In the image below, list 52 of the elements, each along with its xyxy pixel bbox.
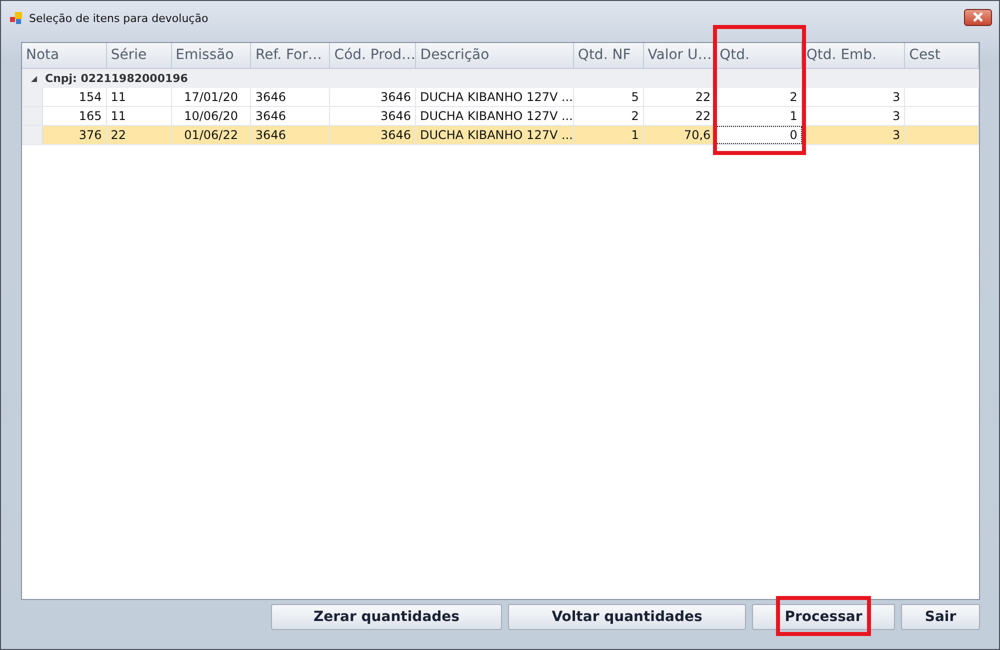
table-row[interactable]: 376 22 01/06/22 3646 3646 DUCHA KIBANHO 127V ... 1 70,6 0 3 (22, 126, 979, 145)
column-header[interactable]: Emissão (172, 43, 252, 68)
table-cell: 165 (42, 107, 107, 125)
table-cell: 22 (644, 107, 716, 125)
table-cell: 3646 (251, 107, 330, 125)
close-button[interactable] (964, 8, 992, 26)
column-header[interactable]: Cest (905, 43, 979, 68)
table-cell: DUCHA KIBANHO 127V ... (416, 88, 574, 106)
table-cell: DUCHA KIBANHO 127V ... (416, 126, 574, 144)
table-cell: 3 (802, 88, 906, 106)
table-cell: 3 (802, 107, 906, 125)
table-cell: 01/06/22 (172, 126, 252, 144)
table-cell: 22 (644, 88, 716, 106)
table-row[interactable]: 154 11 17/01/20 3646 3646 DUCHA KIBANHO 127V ... 5 22 2 3 (22, 88, 979, 107)
column-header[interactable]: Valor U… (644, 43, 716, 68)
table-cell: 11 (106, 107, 172, 125)
table-cell: 2 (574, 107, 644, 125)
column-header[interactable]: Qtd. NF (574, 43, 644, 68)
table-cell: 3646 (251, 126, 330, 144)
window-title: Seleção de itens para devolução (29, 12, 210, 24)
column-header[interactable]: Descrição (416, 43, 574, 68)
table-cell: 17/01/20 (172, 88, 252, 106)
table-cell: 3646 (330, 107, 416, 125)
expand-toggle-icon[interactable] (31, 76, 37, 82)
table-cell: 1 (574, 126, 644, 144)
table-cell: 3646 (251, 88, 330, 106)
action-button[interactable]: Zerar quantidades (271, 604, 502, 630)
column-header[interactable]: Qtd. Emb. (802, 43, 906, 68)
table-cell: 11 (106, 88, 172, 106)
table-cell: 10/06/20 (172, 107, 252, 125)
close-icon (972, 12, 984, 22)
table-cell: 154 (42, 88, 107, 106)
table-cell: 70,6 (644, 126, 716, 144)
table-cell: 3646 (330, 126, 416, 144)
table-cell: 22 (106, 126, 172, 144)
table-cell: 3646 (330, 88, 416, 106)
action-button[interactable]: Sair (901, 604, 980, 630)
app-icon (10, 12, 22, 24)
column-header[interactable]: Série (106, 43, 172, 68)
quantity-cell[interactable]: 0 (716, 126, 802, 144)
column-header[interactable]: Ref. For… (251, 43, 330, 68)
action-button[interactable]: Voltar quantidades (508, 604, 746, 630)
action-button[interactable]: Processar (752, 604, 895, 630)
table-cell: DUCHA KIBANHO 127V ... (416, 107, 574, 125)
table-cell: 376 (42, 126, 107, 144)
table-row[interactable]: 165 11 10/06/20 3646 3646 DUCHA KIBANHO 127V ... 2 22 1 3 (22, 107, 979, 126)
table-cell: 3 (802, 126, 906, 144)
column-header[interactable]: Nota (22, 43, 107, 68)
group-label: Cnpj: 02211982000196 (45, 72, 188, 85)
table-cell: 5 (574, 88, 644, 106)
column-header[interactable]: Qtd. (716, 43, 802, 68)
column-header[interactable]: Cód. Prod… (330, 43, 416, 68)
